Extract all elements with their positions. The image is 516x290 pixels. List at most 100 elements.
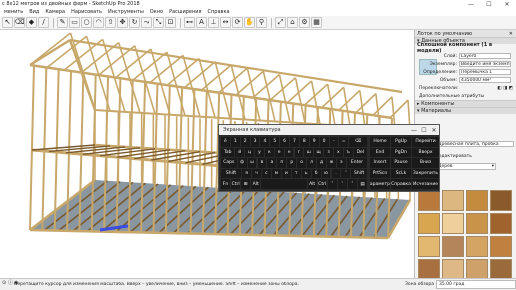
follow-me-icon[interactable]: ⤳ <box>141 17 152 28</box>
key-l[interactable]: д <box>317 158 327 168</box>
rotate-icon[interactable]: ↻ <box>129 17 140 28</box>
key-right[interactable]: ˃ <box>347 179 357 189</box>
key-x[interactable]: ч <box>252 168 261 179</box>
scale-icon[interactable]: ⤡ <box>153 17 164 28</box>
key-ctrl-right[interactable]: Ctrl <box>317 179 327 189</box>
key-n[interactable]: т <box>291 168 301 179</box>
keyboard-maximize-button[interactable]: ☐ <box>419 127 429 134</box>
line-icon[interactable]: / <box>38 17 49 28</box>
key-t[interactable]: е <box>274 147 284 158</box>
material-swatch[interactable] <box>490 213 512 234</box>
instance-input[interactable]: Введите имя экземп <box>459 61 511 67</box>
key-enter[interactable]: Enter <box>346 158 367 168</box>
key-scrlk[interactable]: ScLk <box>391 168 411 179</box>
key-0[interactable]: 0 <box>319 137 329 147</box>
key-g[interactable]: п <box>277 158 287 168</box>
key-8[interactable]: 8 <box>299 137 309 147</box>
menu-tools[interactable]: Инструменты <box>105 9 147 15</box>
key-quote[interactable]: э <box>336 158 346 168</box>
layer-select[interactable]: Layer0 <box>459 53 511 59</box>
pan-icon[interactable]: ✋ <box>244 17 255 28</box>
material-swatch[interactable] <box>442 236 464 257</box>
key-bracket-r[interactable]: ъ <box>343 147 353 158</box>
key-help[interactable]: Справка <box>391 179 411 189</box>
key-ctrl-left[interactable]: Ctrl <box>231 179 241 189</box>
key-fn[interactable]: Fn <box>221 179 231 189</box>
material-category-select[interactable]: Дерев ▾ <box>436 163 496 170</box>
key-o[interactable]: щ <box>314 147 324 158</box>
key-insert[interactable]: Insert <box>370 158 390 168</box>
menu-window[interactable]: Окно <box>147 9 166 15</box>
menu-draw[interactable]: Нарисовать <box>68 9 105 15</box>
key-pgup[interactable]: PgUp <box>391 137 411 147</box>
key-up-alt[interactable]: Вверх <box>412 147 439 158</box>
zoom-extents-icon[interactable]: ⤢ <box>275 17 286 28</box>
key-backspace[interactable]: ⌫ <box>349 137 367 147</box>
key-prtscn[interactable]: PrtScn <box>370 168 390 179</box>
move-icon[interactable]: ✥ <box>117 17 128 28</box>
material-swatch[interactable] <box>466 190 488 211</box>
rectangle-icon[interactable]: ▭ <box>69 17 80 28</box>
key-fade[interactable]: Исчезание <box>412 179 439 189</box>
key-j[interactable]: о <box>297 158 307 168</box>
key-space[interactable] <box>261 179 307 189</box>
material-swatch[interactable] <box>442 190 464 211</box>
menu-camera[interactable]: Камера <box>42 9 68 15</box>
key-w[interactable]: ц <box>245 147 255 158</box>
key-minus[interactable]: - <box>329 137 339 147</box>
key-period[interactable]: ю <box>321 168 331 179</box>
material-swatch[interactable] <box>490 259 512 280</box>
material-swatch[interactable] <box>466 213 488 234</box>
keyboard-minimize-button[interactable]: — <box>409 127 419 134</box>
material-swatch[interactable] <box>490 236 512 257</box>
key-bracket-l[interactable]: х <box>333 147 343 158</box>
orbit-icon[interactable]: ⟳ <box>232 17 243 28</box>
material-swatch[interactable] <box>490 190 512 211</box>
key-win[interactable]: ⊞ <box>241 179 251 189</box>
key-options[interactable]: Параметры <box>370 179 390 189</box>
material-name-field[interactable]: Древесная плита, пробка <box>436 141 514 147</box>
material-swatch[interactable] <box>442 213 464 234</box>
warehouse-icon[interactable]: ⌂ <box>287 17 298 28</box>
key-i[interactable]: ш <box>304 147 314 158</box>
key-7[interactable]: 7 <box>290 137 299 147</box>
key-shift-left[interactable]: Shift <box>221 168 242 179</box>
key-k[interactable]: л <box>307 158 317 168</box>
key-s[interactable]: ы <box>247 158 257 168</box>
menu-help[interactable]: Справка <box>205 9 233 15</box>
key-alt-left[interactable]: Alt <box>251 179 261 189</box>
key-4[interactable]: 4 <box>260 137 270 147</box>
key-semicolon[interactable]: ж <box>327 158 336 168</box>
key-u[interactable]: г <box>294 147 304 158</box>
measurement-input[interactable]: 35.00 град <box>436 280 516 289</box>
definition-input[interactable]: Перемычка 1 <box>459 69 511 75</box>
menu-edit[interactable]: менить <box>1 9 26 15</box>
key-9[interactable]: 9 <box>309 137 319 147</box>
key-comma[interactable]: б <box>311 168 321 179</box>
tape-icon[interactable]: ⊷ <box>184 17 195 28</box>
material-swatch[interactable] <box>418 190 440 211</box>
minimize-button[interactable]: — <box>462 0 480 8</box>
text-icon[interactable]: A <box>196 17 207 28</box>
key-h[interactable]: р <box>287 158 297 168</box>
geo-location-icon[interactable]: ⊙ <box>2 281 7 286</box>
layout-icon[interactable]: ▦ <box>311 17 322 28</box>
key-v[interactable]: м <box>271 168 281 179</box>
key-5[interactable]: 5 <box>270 137 280 147</box>
key-tilde[interactable]: ё <box>221 137 230 147</box>
key-pgdn[interactable]: PgDn <box>391 147 411 158</box>
select-icon[interactable]: ↖ <box>2 17 13 28</box>
material-swatch[interactable] <box>418 213 440 234</box>
key-up[interactable]: ˄ <box>341 168 351 179</box>
material-swatch[interactable] <box>466 259 488 280</box>
key-r[interactable]: к <box>264 147 274 158</box>
key-m[interactable]: ь <box>301 168 311 179</box>
materials-section[interactable]: ▾ Материалы <box>415 107 516 114</box>
key-caps[interactable]: Caps <box>221 158 237 168</box>
key-d[interactable]: в <box>257 158 267 168</box>
key-6[interactable]: 6 <box>280 137 290 147</box>
material-swatch[interactable] <box>418 236 440 257</box>
key-1[interactable]: 1 <box>230 137 240 147</box>
key-alt-right[interactable]: Alt <box>307 179 317 189</box>
freehand-icon[interactable]: ✎ <box>57 17 68 28</box>
